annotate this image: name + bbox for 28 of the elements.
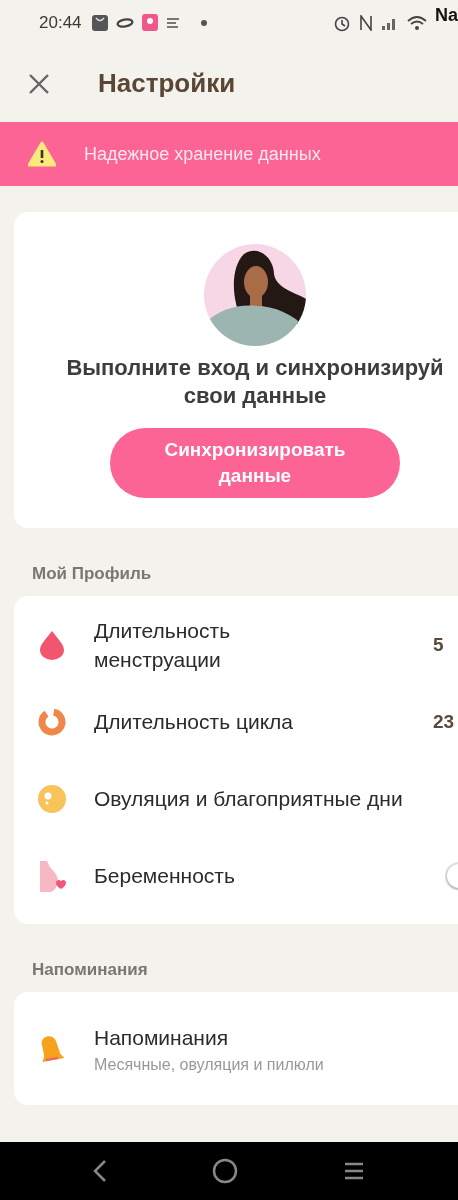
app-icon: [165, 15, 180, 30]
drop-icon: [39, 629, 65, 660]
page-title: Настройки: [98, 68, 236, 99]
banner-text: Надежное хранение данных: [84, 143, 321, 165]
setting-label[interactable]: Длительность менструации: [94, 615, 334, 674]
setting-label[interactable]: Напоминания: [94, 1023, 433, 1052]
status-carrier: Na: [435, 5, 458, 26]
sync-message: Выполните вход и синхронизируй свои данные: [65, 354, 445, 410]
setting-value: 23: [433, 710, 455, 732]
setting-label[interactable]: Беременность: [94, 861, 433, 890]
dot-icon: [199, 18, 208, 27]
nfc-icon: [359, 14, 373, 31]
setting-label[interactable]: Овуляция и благоприятные дни: [94, 784, 433, 813]
section-heading: Мой Профиль: [32, 564, 153, 584]
warning-icon: [28, 141, 56, 167]
shopping-bag-icon: [91, 14, 108, 31]
home-button[interactable]: [212, 1158, 238, 1184]
setting-value: 5: [433, 633, 444, 655]
egg-icon: [37, 783, 67, 814]
status-time: 20:44: [39, 12, 82, 33]
section-heading: Напоминания: [32, 960, 149, 980]
ring-icon: [38, 707, 66, 736]
wifi-icon: [407, 14, 427, 31]
back-button[interactable]: [92, 1158, 108, 1184]
setting-label[interactable]: Длительность цикла: [94, 707, 334, 736]
ring-icon: [115, 17, 134, 28]
pregnant-figure-icon: [38, 858, 66, 893]
setting-description: Месячные, овуляция и пилюли: [94, 1056, 325, 1074]
